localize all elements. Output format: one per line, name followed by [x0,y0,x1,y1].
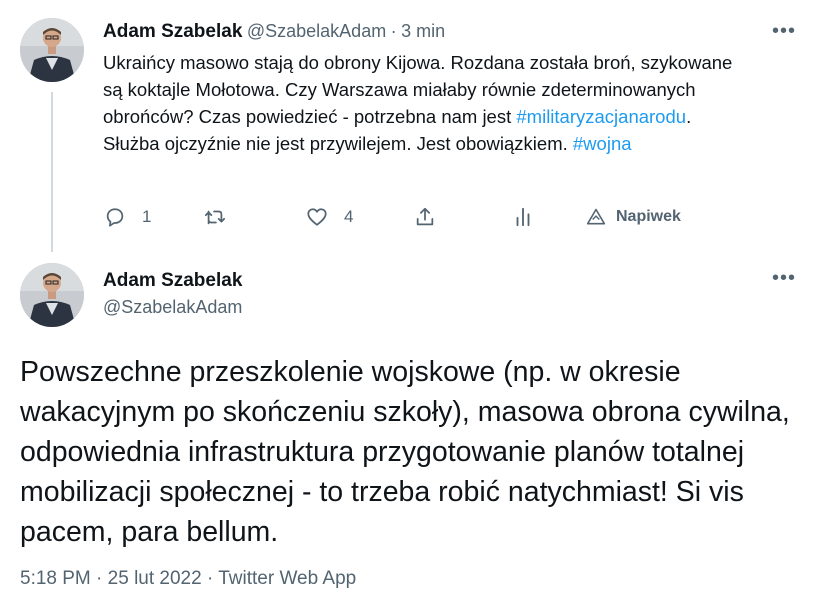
analytics-button[interactable] [512,202,534,232]
avatar[interactable] [20,18,84,82]
hashtag-link[interactable]: #militaryzacjanarodu [516,106,686,127]
author-name[interactable]: Adam Szabelak [103,21,242,42]
author-handle[interactable]: @SzabelakAdam [103,297,242,318]
tweet-time[interactable]: 5:18 PM [20,568,91,589]
main-tweet-text: Powszechne przeszkolenie wojskowe (np. w… [20,356,790,548]
retweet-button[interactable] [204,202,226,232]
tweet-time[interactable]: 3 min [401,21,445,41]
more-options-icon[interactable]: ••• [772,267,796,290]
tweet-meta: 5:18 PM · 25 lut 2022 · Twitter Web App [20,568,356,590]
reply-button[interactable]: 1 [104,202,151,232]
tweet-source[interactable]: Twitter Web App [218,568,356,589]
share-button[interactable] [414,202,436,232]
tweet-header: Adam Szabelak @SzabelakAdam · 3 min [103,21,445,43]
like-count: 4 [344,207,354,226]
heart-icon [307,208,327,226]
separator-dot: · [96,568,103,589]
like-button[interactable]: 4 [306,202,353,232]
reply-icon [106,208,124,227]
separator-dot: · [390,21,397,41]
tip-label: Napiwek [616,208,681,225]
separator-dot: · [206,568,214,589]
avatar-image [20,263,84,327]
author-name[interactable]: Adam Szabelak [103,270,242,292]
tip-button[interactable]: Napiwek [586,202,681,232]
avatar-image [20,18,84,82]
share-icon [416,207,434,226]
author-handle[interactable]: @SzabelakAdam [247,21,386,41]
hashtag-link[interactable]: #wojna [573,133,632,154]
reply-count: 1 [142,207,152,226]
tip-icon [586,208,606,225]
thread-line [51,92,53,252]
tweet-text: Ukraińcy masowo stają do obrony Kijowa. … [103,49,743,157]
more-options-icon[interactable]: ••• [772,20,796,43]
analytics-icon [516,207,530,227]
retweet-icon [204,210,226,225]
avatar[interactable] [20,263,84,327]
tweet-date[interactable]: 25 lut 2022 [108,568,202,589]
